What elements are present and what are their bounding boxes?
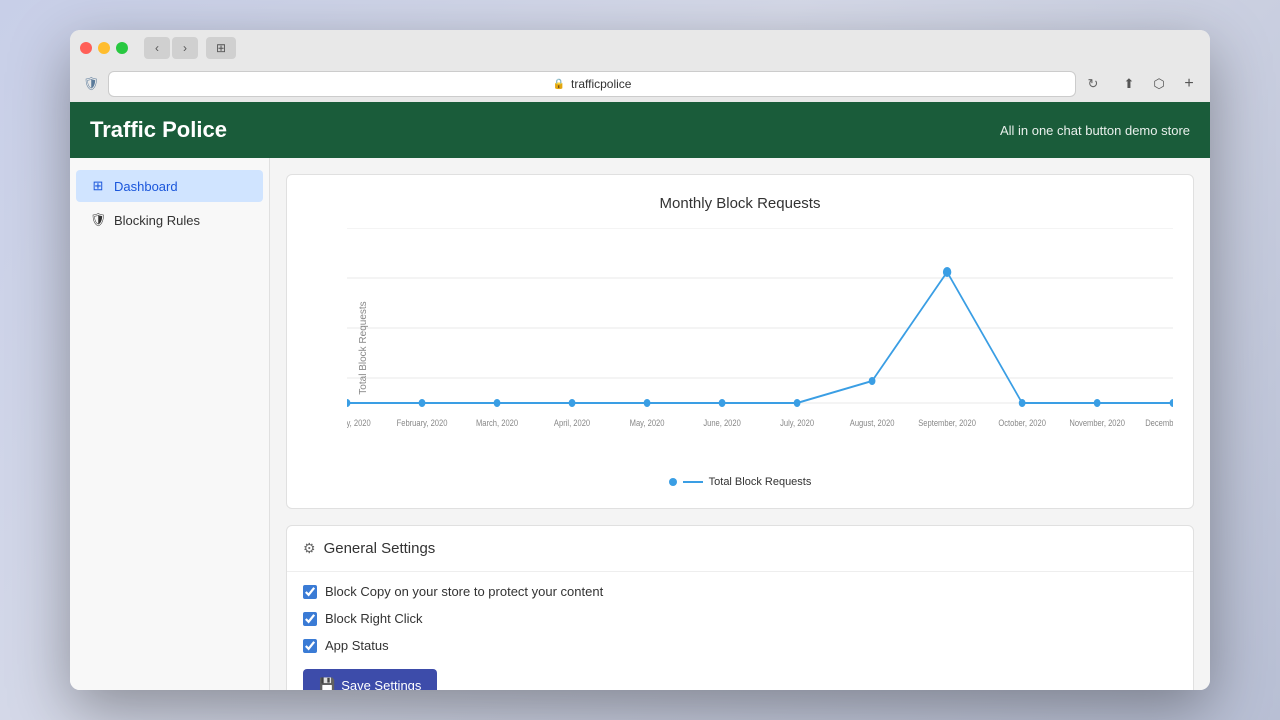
- block-copy-checkbox[interactable]: [303, 585, 317, 599]
- svg-text:July, 2020: July, 2020: [780, 417, 814, 428]
- chart-card: Monthly Block Requests Total Block Reque…: [286, 174, 1194, 509]
- sidebar-item-blocking-rules[interactable]: 🛡 Blocking Rules: [76, 204, 263, 236]
- screenshot-button[interactable]: ⬡: [1146, 73, 1172, 95]
- save-button-label: Save Settings: [341, 678, 421, 691]
- legend-line: [683, 481, 703, 483]
- store-name: All in one chat button demo store: [1000, 123, 1190, 138]
- browser-chrome: ‹ › ⊞ 🛡 🔒 trafficpolice ↻ ⬆ ⬡ +: [70, 30, 1210, 102]
- svg-text:March, 2020: March, 2020: [476, 417, 518, 428]
- svg-text:May, 2020: May, 2020: [630, 417, 665, 428]
- app-wrapper: Traffic Police All in one chat button de…: [70, 102, 1210, 690]
- back-button[interactable]: ‹: [144, 37, 170, 59]
- app-header: Traffic Police All in one chat button de…: [70, 102, 1210, 158]
- forward-button[interactable]: ›: [172, 37, 198, 59]
- refresh-button[interactable]: ↻: [1082, 73, 1104, 95]
- browser-actions: ⬆ ⬡: [1116, 73, 1172, 95]
- main-content: Monthly Block Requests Total Block Reque…: [270, 158, 1210, 690]
- extension-shield-icon: 🛡: [80, 73, 102, 95]
- svg-text:November, 2020: November, 2020: [1069, 417, 1125, 428]
- browser-titlebar: ‹ › ⊞: [70, 30, 1210, 66]
- settings-body: Block Copy on your store to protect your…: [287, 572, 1193, 690]
- app-body: ⊞ Dashboard 🛡 Blocking Rules Monthly Blo…: [70, 158, 1210, 690]
- block-copy-row: Block Copy on your store to protect your…: [303, 584, 1177, 599]
- browser-toolbar: 🛡 🔒 trafficpolice ↻ ⬆ ⬡ +: [70, 66, 1210, 102]
- tab-switcher-button[interactable]: ⊞: [206, 37, 236, 59]
- chart-svg: 8 6 4 2 0: [347, 228, 1173, 428]
- app-title: Traffic Police: [90, 117, 227, 143]
- traffic-lights: [80, 42, 128, 54]
- browser-window: ‹ › ⊞ 🛡 🔒 trafficpolice ↻ ⬆ ⬡ + Traffic …: [70, 30, 1210, 690]
- block-right-click-checkbox[interactable]: [303, 612, 317, 626]
- block-right-click-label: Block Right Click: [325, 611, 423, 626]
- sidebar-item-label: Dashboard: [114, 179, 178, 194]
- settings-title: General Settings: [324, 540, 436, 557]
- nav-buttons: ‹ ›: [144, 37, 198, 59]
- svg-text:August, 2020: August, 2020: [850, 417, 895, 428]
- settings-card: ⚙ General Settings Block Copy on your st…: [286, 525, 1194, 690]
- close-button[interactable]: [80, 42, 92, 54]
- save-icon: 💾: [319, 677, 335, 690]
- block-right-click-row: Block Right Click: [303, 611, 1177, 626]
- settings-header: ⚙ General Settings: [287, 526, 1193, 572]
- lock-icon: 🔒: [553, 79, 565, 90]
- maximize-button[interactable]: [116, 42, 128, 54]
- shield-icon: 🛡: [90, 212, 106, 228]
- sidebar: ⊞ Dashboard 🛡 Blocking Rules: [70, 158, 270, 690]
- app-status-checkbox[interactable]: [303, 639, 317, 653]
- minimize-button[interactable]: [98, 42, 110, 54]
- svg-text:April, 2020: April, 2020: [554, 417, 591, 428]
- chart-container: Total Block Requests 8 6 4: [307, 228, 1173, 468]
- share-button[interactable]: ⬆: [1116, 73, 1142, 95]
- block-copy-label: Block Copy on your store to protect your…: [325, 584, 603, 599]
- app-status-row: App Status: [303, 638, 1177, 653]
- sidebar-item-label: Blocking Rules: [114, 213, 200, 228]
- chart-title: Monthly Block Requests: [307, 195, 1173, 212]
- y-axis-label: Total Block Requests: [358, 301, 369, 394]
- url-text: trafficpolice: [571, 77, 631, 91]
- svg-text:October, 2020: October, 2020: [998, 417, 1046, 428]
- gear-icon: ⚙: [303, 540, 316, 557]
- sidebar-item-dashboard[interactable]: ⊞ Dashboard: [76, 170, 263, 202]
- new-tab-button[interactable]: +: [1178, 73, 1200, 95]
- dashboard-icon: ⊞: [90, 178, 106, 194]
- svg-text:January, 2020: January, 2020: [347, 417, 371, 428]
- chart-legend: Total Block Requests: [307, 476, 1173, 488]
- svg-text:February, 2020: February, 2020: [397, 417, 448, 428]
- app-status-label: App Status: [325, 638, 389, 653]
- save-settings-button[interactable]: 💾 Save Settings: [303, 669, 437, 690]
- url-bar[interactable]: 🔒 trafficpolice: [108, 71, 1076, 97]
- svg-text:June, 2020: June, 2020: [703, 417, 741, 428]
- legend-label: Total Block Requests: [709, 476, 812, 488]
- legend-dot: [669, 478, 677, 486]
- svg-text:December, 2020: December, 2020: [1145, 417, 1173, 428]
- svg-text:September, 2020: September, 2020: [918, 417, 976, 428]
